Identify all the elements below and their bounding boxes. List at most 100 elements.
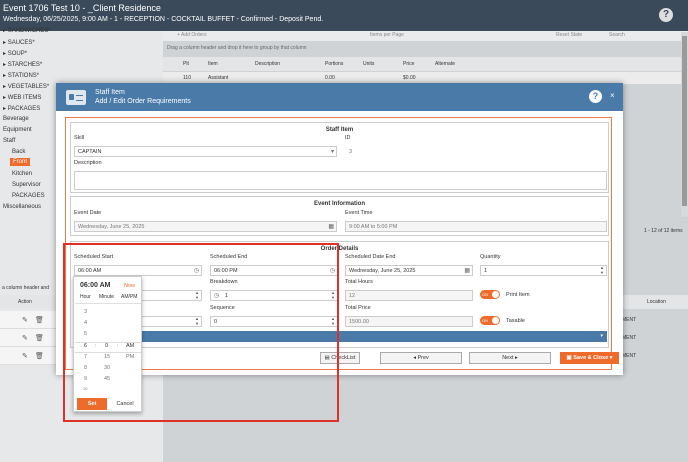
sidebar-item-staff-packages[interactable]: PACKAGES	[12, 193, 45, 199]
picker-current-time: 06:00 AM	[80, 282, 111, 289]
close-icon[interactable]: ×	[610, 91, 615, 100]
clock-icon: ◷	[214, 293, 220, 299]
section-title: Event Information	[313, 201, 365, 207]
spinner-icon[interactable]: ▲ ▼	[600, 266, 604, 275]
edit-icon[interactable]: ✎	[22, 352, 28, 360]
modal-title: Staff Item	[95, 89, 125, 96]
hour-option[interactable]: 7	[84, 354, 87, 360]
chevron-down-icon: ▾	[330, 149, 334, 155]
next-button[interactable]: Next ▸	[469, 352, 551, 364]
now-button[interactable]: Now	[124, 283, 135, 289]
sidebar-item-front[interactable]: Front	[10, 158, 31, 166]
sequence-input[interactable]: 0 ▲ ▼	[210, 316, 338, 327]
minute-option[interactable]: 0	[105, 343, 108, 349]
add-orders-button[interactable]: + Add Orders	[177, 32, 207, 38]
sidebar-item-vegetables[interactable]: ▸ VEGETABLES*	[3, 83, 49, 90]
sidebar-item-supervisor[interactable]: Supervisor	[12, 182, 41, 188]
hour-option[interactable]: 4	[84, 320, 87, 326]
modal-subtitle: Add / Edit Order Requirements	[95, 98, 191, 105]
document-icon: ▤	[324, 355, 330, 361]
clock-icon[interactable]: ◷	[330, 267, 335, 274]
column-price[interactable]: Price	[403, 61, 414, 67]
quantity-stepper[interactable]: 1 ▲ ▼	[480, 265, 607, 276]
sidebar-item-packages[interactable]: ▸ PACKAGES	[3, 105, 40, 112]
prev-button[interactable]: ◂ Prev	[380, 352, 462, 364]
hour-option[interactable]: 9	[84, 376, 87, 382]
sidebar-item-miscellaneous[interactable]: Miscellaneous	[3, 204, 41, 210]
help-icon[interactable]: ?	[659, 8, 673, 22]
location-header: Location	[622, 295, 688, 309]
save-icon: ▣	[566, 355, 572, 361]
scheduled-date-end-input[interactable]: Wednesday, June 25, 2025 ▦	[345, 265, 473, 276]
sidebar-item-sandwiches[interactable]: ▸ SANDWICHES*	[3, 27, 51, 34]
help-icon[interactable]: ?	[589, 90, 602, 103]
am-option[interactable]: AM	[126, 343, 134, 349]
set-button[interactable]: Set	[77, 398, 107, 410]
sidebar-item-equipment[interactable]: Equipment	[3, 127, 32, 133]
clock-icon[interactable]: ◷	[194, 267, 199, 274]
sidebar-item-web-items[interactable]: ▸ WEB ITEMS	[3, 94, 41, 101]
minute-option[interactable]: 15	[104, 354, 110, 360]
sidebar-item-soup[interactable]: ▸ SOUP*	[3, 50, 27, 57]
edit-icon[interactable]: ✎	[22, 316, 28, 324]
print-item-toggle[interactable]: ON	[480, 290, 500, 299]
minute-option[interactable]: 45	[104, 376, 110, 382]
lower-group-hint: a column header and	[2, 285, 49, 291]
column-portions[interactable]: Portions	[325, 61, 343, 67]
delete-icon[interactable]: 🗑	[35, 352, 44, 360]
event-date-field: Wednesday, June 25, 2025 ▦	[74, 221, 337, 232]
staff-item-section: Staff Item Skill CAPTAIN ▾ ID 3 Descript…	[70, 122, 609, 193]
sidebar-item-stations[interactable]: ▸ STATIONS*	[3, 72, 39, 79]
column-units[interactable]: Units	[363, 61, 374, 67]
pm-option[interactable]: PM	[126, 354, 134, 360]
scheduled-end-input[interactable]: 06:00 PM ◷	[210, 265, 338, 276]
hour-option[interactable]: 6	[84, 343, 87, 349]
delete-icon[interactable]: 🗑	[35, 334, 44, 342]
hour-option[interactable]: 10	[83, 386, 87, 391]
breakdown-input[interactable]: ◷ 1 ▲ ▼	[210, 290, 338, 301]
sidebar-item-staff[interactable]: Staff	[3, 138, 15, 144]
sidebar-item-kitchen[interactable]: Kitchen	[12, 171, 32, 177]
hour-option[interactable]: 8	[84, 365, 87, 371]
spinner-icon[interactable]: ▲ ▼	[195, 317, 199, 326]
column-item[interactable]: Item	[208, 61, 218, 67]
table-row[interactable]: ✎ 🗑	[0, 311, 56, 329]
sidebar-item-sauces[interactable]: ▸ SAUCES*	[3, 39, 35, 46]
hour-option[interactable]: 5	[84, 331, 87, 337]
reset-state-button[interactable]: Reset State	[556, 32, 582, 38]
minute-option[interactable]: 30	[104, 365, 110, 371]
hour-option[interactable]: 3	[84, 309, 87, 315]
table-row[interactable]: ✎ 🗑	[0, 329, 56, 347]
delete-icon[interactable]: 🗑	[35, 316, 44, 324]
event-title: Event 1706 Test 10 - _Client Residence	[3, 3, 161, 13]
calendar-icon: ▦	[328, 224, 334, 230]
table-row[interactable]: ✎ 🗑	[0, 347, 56, 365]
spinner-icon[interactable]: ▲ ▼	[195, 291, 199, 300]
sidebar-item-beverage[interactable]: Beverage	[3, 116, 29, 122]
section-title: Order Details	[320, 246, 359, 252]
column-description[interactable]: Description	[255, 61, 280, 67]
save-close-button[interactable]: ▣ Save & Close ▾	[560, 352, 619, 364]
taxable-toggle[interactable]: ON	[480, 316, 500, 325]
status-bar[interactable]: ▾	[141, 331, 607, 342]
spinner-icon[interactable]: ▲ ▼	[331, 317, 335, 326]
order-details-section: Order Details Scheduled Start 06:00 AM ◷…	[70, 241, 609, 348]
skill-select[interactable]: CAPTAIN ▾	[74, 146, 337, 157]
scheduled-start-input[interactable]: 06:00 AM ◷	[74, 265, 202, 276]
cancel-button[interactable]: Cancel	[110, 398, 140, 410]
sidebar-item-starches[interactable]: ▸ STARCHES*	[3, 61, 42, 68]
description-textarea[interactable]	[74, 171, 607, 190]
items-per-page[interactable]: Items per Page	[370, 32, 404, 38]
sidebar-item-back[interactable]: Back	[12, 149, 25, 155]
search-input[interactable]: Search	[609, 32, 625, 38]
grid-scrollbar[interactable]	[681, 32, 688, 217]
spinner-icon[interactable]: ▲ ▼	[331, 291, 335, 300]
checklist-button[interactable]: ▤ CheckList	[320, 352, 360, 364]
column-plt[interactable]: Plt	[183, 61, 189, 67]
total-hours-field: 12	[345, 290, 473, 301]
edit-icon[interactable]: ✎	[22, 334, 28, 342]
calendar-icon[interactable]: ▦	[464, 267, 470, 274]
time-picker: 06:00 AM Now Hour Minute AM/PM 3 4 5 6 :…	[73, 276, 142, 412]
column-alternate[interactable]: Alternate	[435, 61, 455, 67]
modal-header: Staff Item Add / Edit Order Requirements…	[56, 83, 623, 111]
